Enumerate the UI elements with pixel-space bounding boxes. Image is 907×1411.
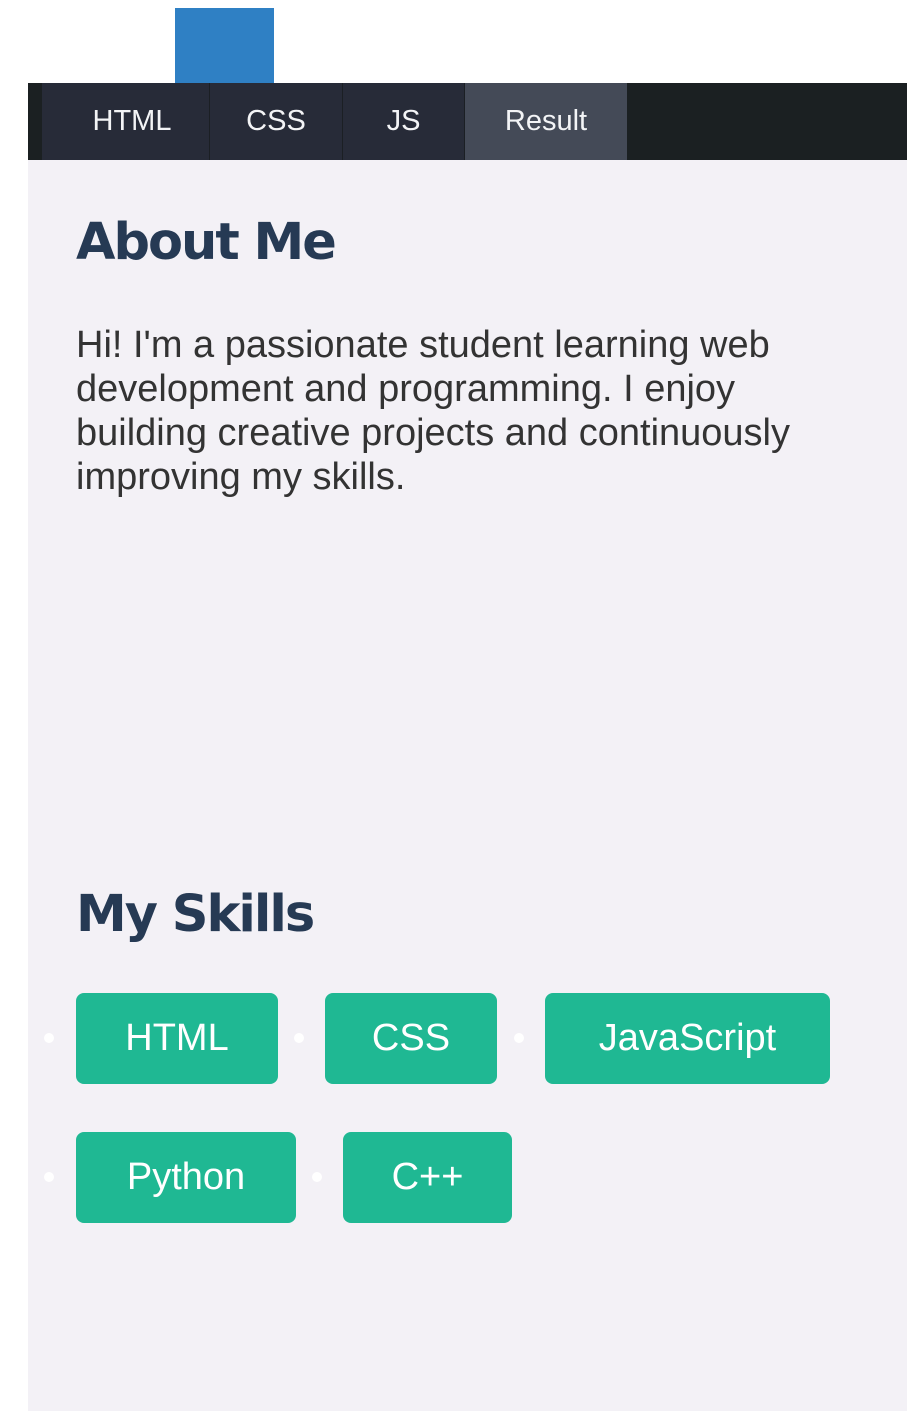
skills-heading: My Skills: [76, 885, 315, 944]
skill-chip-cpp: C++: [343, 1132, 512, 1223]
skill-chip-css: CSS: [325, 993, 497, 1084]
skill-chip-javascript: JavaScript: [545, 993, 830, 1084]
tab-css[interactable]: CSS: [209, 83, 342, 160]
skill-bullet: [44, 1172, 54, 1182]
result-preview: About Me Hi! I'm a passionate student le…: [28, 160, 907, 1411]
about-text: Hi! I'm a passionate student learning we…: [76, 324, 790, 498]
skill-bullet: [44, 1033, 54, 1043]
editor-tab-bar: HTML CSS JS Result: [28, 83, 907, 160]
skill-bullet: [514, 1033, 524, 1043]
skill-bullet: [294, 1033, 304, 1043]
blue-block: [175, 8, 274, 84]
skill-chip-python: Python: [76, 1132, 296, 1223]
about-heading: About Me: [76, 213, 337, 272]
tab-html[interactable]: HTML: [42, 83, 222, 160]
skill-chip-html: HTML: [76, 993, 278, 1084]
tab-result[interactable]: Result: [464, 83, 627, 160]
skill-bullet: [312, 1172, 322, 1182]
tab-js[interactable]: JS: [342, 83, 464, 160]
